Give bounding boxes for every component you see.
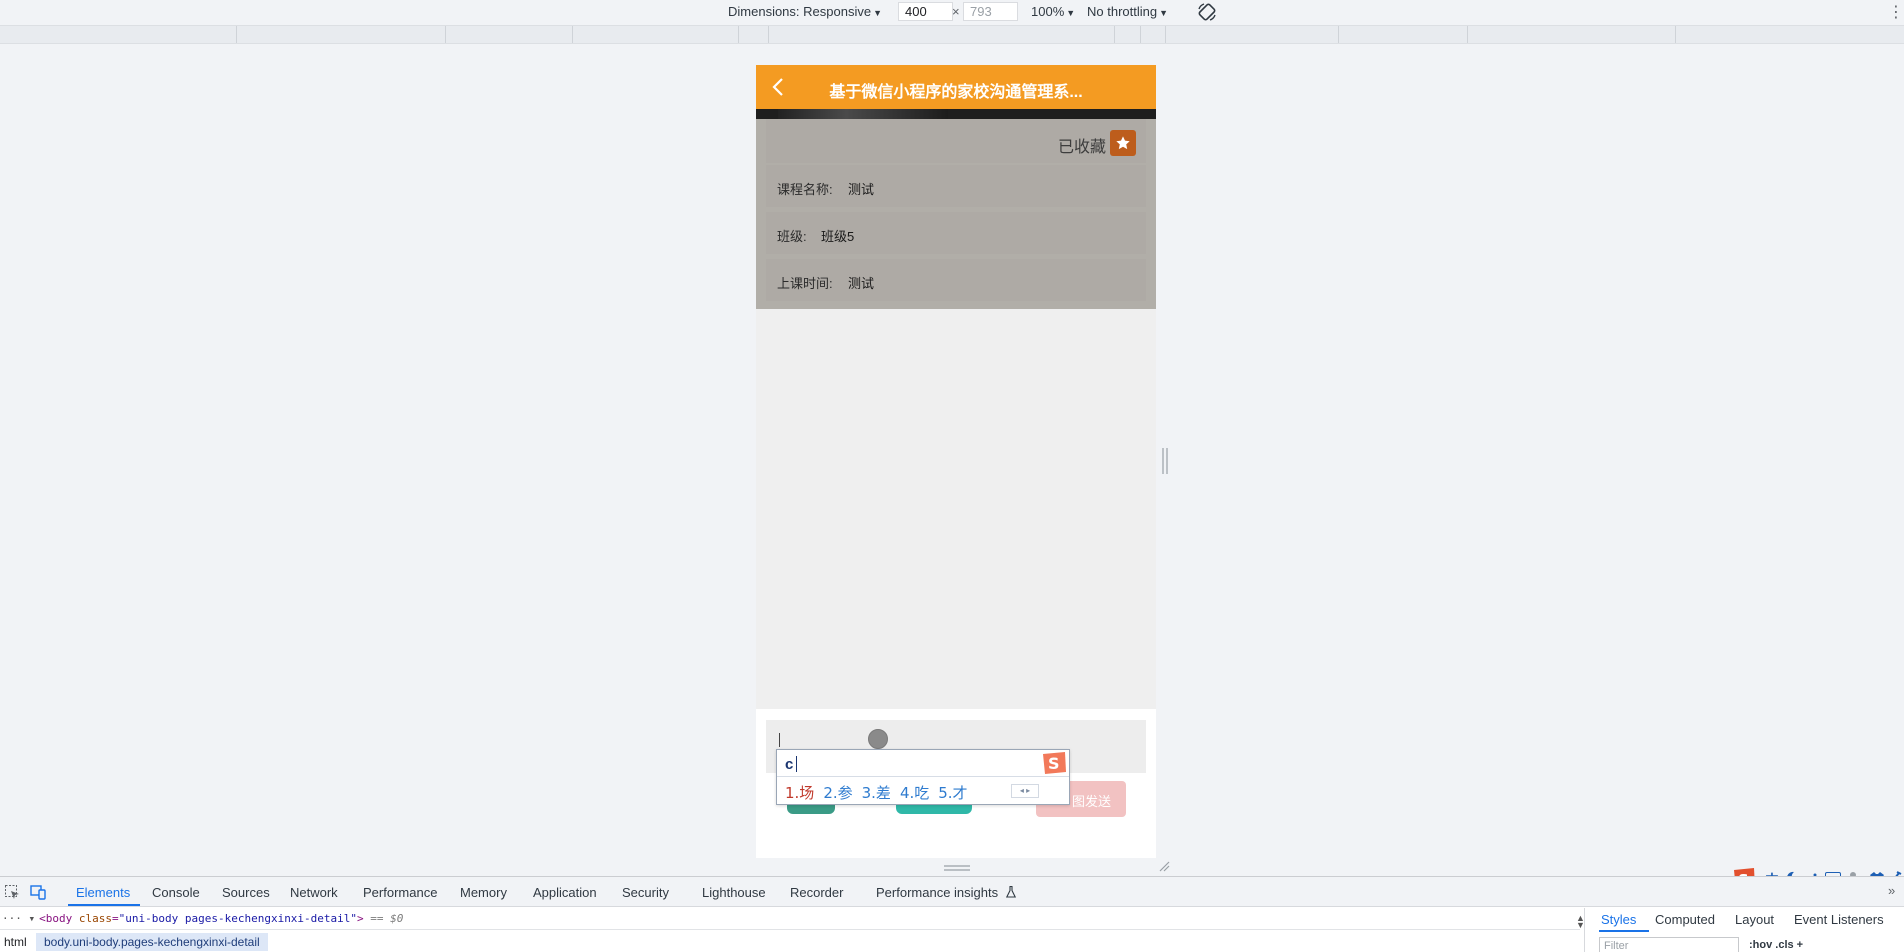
ime-candidate[interactable]: 5.才 [938, 784, 967, 802]
tab-event-listeners[interactable]: Event Listeners [1794, 912, 1884, 927]
tab-application[interactable]: Application [533, 885, 597, 900]
throttling-dropdown[interactable]: No throttling ▼ [1087, 4, 1168, 19]
throttling-value: No throttling [1087, 4, 1158, 19]
resize-corner-icon[interactable] [1158, 860, 1170, 872]
dimensions-dropdown[interactable]: Dimensions: Responsive ▼ [728, 4, 882, 19]
tab-elements[interactable]: Elements [76, 885, 130, 900]
ellipsis-icon: ··· ▾ [2, 912, 36, 925]
banner-image [756, 109, 1156, 119]
ime-caret [796, 756, 797, 772]
tab-performance[interactable]: Performance [363, 885, 437, 900]
dom-node-selected[interactable]: ··· ▾ <body class="uni-body pages-kecheng… [0, 908, 1580, 928]
device-toggle-icon[interactable] [30, 884, 46, 900]
rotate-icon[interactable] [1196, 1, 1218, 23]
zoom-dropdown[interactable]: 100% ▼ [1031, 4, 1075, 19]
ime-candidates: 1.场 2.参 3.差 4.吃 5.才 [785, 782, 977, 803]
field-label: 上课时间: [777, 276, 833, 291]
more-tabs-icon[interactable]: » [1888, 883, 1895, 898]
tab-layout[interactable]: Layout [1735, 912, 1774, 927]
styles-filter-input[interactable]: Filter [1599, 937, 1739, 952]
dom-attr-name: class [78, 912, 112, 925]
breadcrumb: html body.uni-body.pages-kechengxinxi-de… [0, 929, 1580, 952]
breadcrumb-body[interactable]: body.uni-body.pages-kechengxinxi-detail [36, 933, 268, 951]
ime-candidate[interactable]: 3.差 [862, 784, 891, 802]
ime-candidate-window: c S 1.场 2.参 3.差 4.吃 5.才 ◂ ▸ [776, 749, 1070, 805]
field-value: 测试 [848, 276, 875, 291]
device-viewport: 基于微信小程序的家校沟通管理系... 已收藏 课程名称: 测试 班级: 班级5 … [756, 65, 1156, 858]
caret-down-icon: ▼ [1066, 8, 1076, 18]
styles-toolbar-actions[interactable]: :hov .cls + [1749, 939, 1803, 951]
device-toolbar: Dimensions: Responsive ▼ 400 × 793 100% ▼ … [0, 0, 1904, 24]
dimensions-label: Dimensions: Responsive [728, 4, 872, 19]
tab-styles[interactable]: Styles [1601, 912, 1636, 927]
devtools-panel: Elements Console Sources Network Perform… [0, 876, 1904, 952]
tab-performance-insights[interactable]: Performance insights [876, 885, 998, 900]
zoom-value: 100% [1031, 4, 1065, 19]
dom-selection-marker: == $0 [363, 912, 404, 925]
tab-network[interactable]: Network [290, 885, 338, 900]
text-caret [779, 733, 780, 747]
svg-text:S: S [1048, 754, 1060, 773]
caret-down-icon: ▼ [1159, 8, 1169, 18]
dom-tag-close: > [357, 912, 364, 925]
tab-security[interactable]: Security [622, 885, 669, 900]
nav-bar: 基于微信小程序的家校沟通管理系... [756, 65, 1156, 109]
more-options-icon[interactable]: ⋮ [1888, 2, 1904, 22]
field-value: 班级5 [821, 229, 855, 244]
page-title: 基于微信小程序的家校沟通管理系... [829, 84, 1083, 101]
tab-recorder[interactable]: Recorder [790, 885, 843, 900]
detail-panel: 已收藏 课程名称: 测试 班级: 班级5 上课时间: 测试 [756, 119, 1156, 309]
field-class-time: 上课时间: 测试 [766, 259, 1146, 301]
styles-sidebar: Styles Computed Layout Event Listeners F… [1584, 908, 1904, 952]
tab-lighthouse[interactable]: Lighthouse [702, 885, 766, 900]
tab-memory[interactable]: Memory [460, 885, 507, 900]
ime-candidate[interactable]: 2.参 [823, 784, 852, 802]
dimension-separator: × [952, 4, 960, 19]
comment-bar: 图发送 c S 1.场 2.参 3.差 4.吃 5.才 ◂ ▸ [756, 709, 1156, 858]
favorite-label[interactable]: 已收藏 [1058, 133, 1106, 157]
resize-handle-bottom-icon[interactable] [944, 864, 970, 872]
caret-down-icon: ▼ [873, 8, 882, 18]
tab-console[interactable]: Console [152, 885, 200, 900]
field-label: 课程名称: [777, 182, 833, 197]
field-value: 测试 [848, 182, 875, 197]
ime-composition: c S [777, 750, 1069, 777]
field-course-name: 课程名称: 测试 [766, 165, 1146, 207]
ime-pager[interactable]: ◂ ▸ [1011, 784, 1039, 798]
tab-sources[interactable]: Sources [222, 885, 270, 900]
width-input[interactable]: 400 [898, 2, 953, 21]
dom-tag-open: <body [39, 912, 79, 925]
inspect-element-icon[interactable] [4, 884, 20, 900]
height-input[interactable]: 793 [963, 2, 1018, 21]
action-button-2[interactable] [896, 804, 972, 814]
active-tab-indicator [68, 904, 140, 906]
action-button-1[interactable] [787, 804, 835, 814]
media-query-ruler[interactable] [0, 25, 1904, 44]
favorite-row: 已收藏 [766, 119, 1146, 163]
dom-attr-value: "uni-body pages-kechengxinxi-detail" [118, 912, 358, 925]
favorite-button[interactable] [1110, 130, 1136, 156]
active-tab-indicator [1599, 930, 1649, 932]
touch-pointer [868, 729, 888, 749]
devtools-tab-bar: Elements Console Sources Network Perform… [0, 877, 1904, 907]
field-label: 班级: [777, 229, 807, 244]
ime-candidate[interactable]: 4.吃 [900, 784, 929, 802]
ime-composition-text: c [785, 756, 794, 773]
tab-computed[interactable]: Computed [1655, 912, 1715, 927]
field-class: 班级: 班级5 [766, 212, 1146, 254]
star-icon [1116, 136, 1130, 150]
ime-candidate[interactable]: 1.场 [785, 784, 814, 802]
resize-handle-right-icon[interactable] [1162, 448, 1168, 474]
breadcrumb-html[interactable]: html [4, 935, 27, 949]
sogou-logo-icon: S [1043, 752, 1066, 774]
flask-icon [1006, 886, 1016, 898]
